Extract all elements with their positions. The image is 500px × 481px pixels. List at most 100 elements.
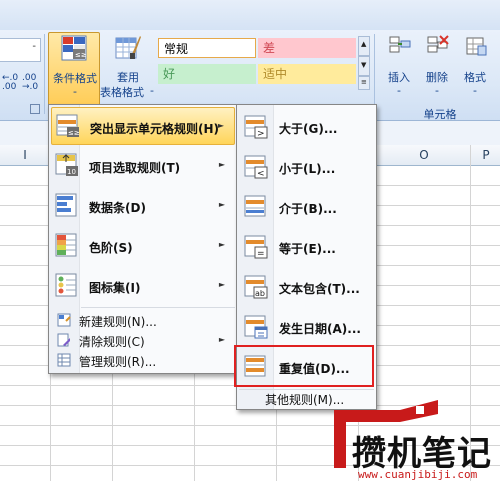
highlight-rules-icon: ≤≥: [56, 114, 80, 137]
style-neutral[interactable]: 适中: [258, 64, 356, 84]
svg-text:ab: ab: [255, 289, 265, 298]
submenu-arrow-icon: ►: [218, 280, 225, 289]
svg-text:≤≥: ≤≥: [68, 129, 80, 137]
menu-item-label: 管理规则(R)...: [79, 355, 157, 369]
increase-decimal-label: ←.0 .00: [2, 73, 19, 92]
svg-text:=: =: [257, 249, 265, 259]
delete-dropdown-icon: -: [435, 84, 439, 97]
scroll-down-icon: ▼: [361, 61, 367, 69]
submenu-item-between[interactable]: 介于(B)...: [239, 187, 374, 227]
conditional-formatting-icon: ≤≥: [61, 35, 87, 61]
conditional-formatting-menu: ≤≥ 突出显示单元格规则(H) ► 10 项目选取规则(T) ► 数据条(D) …: [48, 104, 238, 374]
format-dropdown-icon: -: [473, 84, 477, 97]
clear-rules-icon: [57, 333, 70, 347]
manage-rules-icon: [57, 353, 71, 367]
submenu-arrow-icon: ►: [217, 121, 224, 130]
equal-to-icon: =: [244, 235, 268, 259]
text-contains-icon: ab: [244, 275, 268, 299]
svg-text:10: 10: [67, 168, 76, 176]
insert-label: 插入: [388, 71, 410, 84]
menu-item-label: 数据条(D): [89, 201, 146, 215]
svg-text:≤≥: ≤≥: [75, 51, 87, 59]
format-as-table-dropdown-icon: -: [150, 84, 154, 97]
menu-item-manage-rules[interactable]: 管理规则(R)...: [51, 350, 235, 370]
watermark: 攒机笔记 www.cuanjibiji.com: [316, 396, 500, 481]
top-bottom-rules-icon: 10: [55, 153, 78, 176]
delete-cells-icon: [427, 35, 449, 53]
submenu-item-less-than[interactable]: < 小于(L)...: [239, 147, 374, 187]
conditional-formatting-dropdown-icon: -: [73, 85, 77, 98]
menu-item-label: 图标集(I): [89, 281, 141, 295]
submenu-item-greater-than[interactable]: > 大于(G)...: [239, 107, 374, 147]
date-occurring-icon: [244, 315, 268, 339]
group-separator: [374, 34, 375, 114]
format-cells-icon: [466, 37, 487, 56]
between-icon: [244, 195, 266, 217]
submenu-item-label: 小于(L)...: [279, 162, 336, 176]
cells-group-label: 单元格: [423, 108, 457, 121]
decrease-decimal-button[interactable]: .00 →.0: [22, 74, 42, 92]
submenu-item-date-occurring[interactable]: 发生日期(A)...: [239, 307, 374, 347]
increase-decimal-button[interactable]: ←.0 .00: [2, 74, 22, 92]
less-than-icon: <: [244, 155, 268, 179]
decrease-decimal-label: .00 →.0: [22, 73, 39, 92]
more-icon: ≡: [361, 78, 367, 86]
style-bad-label: 差: [263, 41, 276, 55]
style-good[interactable]: 好: [158, 64, 256, 84]
gallery-scroll-up-button[interactable]: ▲: [358, 36, 370, 56]
insert-dropdown-icon: -: [397, 84, 401, 97]
menu-item-clear-rules[interactable]: 清除规则(C) ►: [51, 330, 235, 350]
menu-item-label: 清除规则(C): [79, 335, 145, 349]
menu-separator: [81, 307, 235, 308]
submenu-item-label: 介于(B)...: [279, 202, 337, 216]
style-good-label: 好: [163, 67, 176, 81]
menu-item-data-bars[interactable]: 数据条(D) ►: [51, 187, 235, 225]
submenu-item-equal-to[interactable]: = 等于(E)...: [239, 227, 374, 267]
greater-than-icon: >: [244, 115, 268, 139]
menu-item-label: 色阶(S): [89, 241, 133, 255]
submenu-arrow-icon: ►: [218, 240, 225, 249]
submenu-arrow-icon: ►: [218, 335, 225, 344]
format-label: 格式: [464, 71, 486, 84]
number-format-dropdown[interactable]: -: [0, 38, 41, 62]
menu-item-icon-sets[interactable]: 图标集(I) ►: [51, 267, 235, 305]
delete-cells-button[interactable]: 删除 -: [418, 32, 456, 98]
menu-item-label: 突出显示单元格规则(H): [90, 122, 220, 136]
format-as-table-label-1: 套用: [117, 71, 139, 84]
style-normal-label: 常规: [164, 42, 189, 56]
menu-item-label: 新建规则(N)...: [79, 315, 157, 329]
gallery-more-button[interactable]: ≡: [358, 76, 370, 90]
group-separator: [44, 34, 45, 114]
format-cells-button[interactable]: 格式 -: [456, 32, 494, 98]
submenu-arrow-icon: ►: [218, 160, 225, 169]
menu-item-color-scales[interactable]: 色阶(S) ►: [51, 227, 235, 265]
conditional-formatting-label: 条件格式: [53, 72, 97, 85]
insert-cells-icon: [389, 36, 411, 53]
submenu-item-label: 等于(E)...: [279, 242, 336, 256]
color-scales-icon: [55, 233, 77, 257]
submenu-item-text-contains[interactable]: ab 文本包含(T)...: [239, 267, 374, 307]
annotation-highlight-box: [234, 345, 374, 387]
watermark-url: www.cuanjibiji.com: [358, 468, 478, 481]
style-neutral-label: 适中: [263, 67, 288, 81]
menu-item-new-rule[interactable]: 新建规则(N)...: [51, 310, 235, 330]
svg-text:<: <: [257, 169, 265, 179]
submenu-item-label: 发生日期(A)...: [279, 322, 361, 336]
icon-sets-icon: [55, 273, 77, 297]
delete-label: 删除: [426, 71, 448, 84]
style-bad[interactable]: 差: [258, 38, 356, 58]
number-group-launcher-icon[interactable]: [30, 104, 40, 114]
menu-item-highlight-cells-rules[interactable]: ≤≥ 突出显示单元格规则(H) ►: [51, 107, 235, 145]
insert-cells-button[interactable]: 插入 -: [380, 32, 418, 98]
scroll-up-icon: ▲: [361, 40, 367, 48]
submenu-arrow-icon: ►: [218, 200, 225, 209]
style-normal[interactable]: 常规: [158, 38, 256, 58]
gallery-scroll-down-button[interactable]: ▼: [358, 56, 370, 76]
menu-item-top-bottom-rules[interactable]: 10 项目选取规则(T) ►: [51, 147, 235, 185]
submenu-item-label: 大于(G)...: [279, 122, 338, 136]
svg-text:>: >: [257, 129, 265, 139]
new-rule-icon: [57, 313, 71, 327]
menu-item-label: 项目选取规则(T): [89, 161, 181, 175]
submenu-item-label: 文本包含(T)...: [279, 282, 360, 296]
title-bar: [0, 0, 500, 30]
